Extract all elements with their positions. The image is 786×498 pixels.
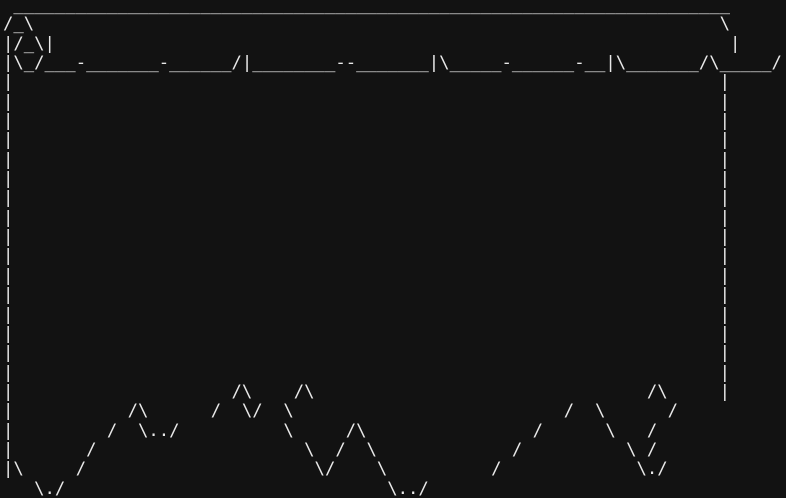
ascii-line: \./ \../ <box>3 478 429 498</box>
ascii-line: | | <box>3 265 730 286</box>
ascii-line: | | <box>3 285 730 306</box>
ascii-line: | | <box>3 207 730 228</box>
ascii-line: | | <box>3 323 730 344</box>
ascii-line: | | <box>3 130 730 151</box>
ascii-line: |/_\| | <box>3 33 741 54</box>
ascii-line: | | <box>3 246 730 267</box>
ascii-art-block: ________________________________________… <box>3 0 782 498</box>
ascii-line: | | <box>3 304 730 325</box>
ascii-line: | | <box>3 72 730 93</box>
ascii-line: | / \../ \ /\ / \ / <box>3 420 658 441</box>
ascii-line: | | <box>3 149 730 170</box>
ascii-line: | | <box>3 91 730 112</box>
ascii-line: | /\ /\ /\ | <box>3 381 730 402</box>
terminal-window: ________________________________________… <box>0 0 786 498</box>
ascii-line: |\_/___-_______-______/|________--______… <box>3 53 782 74</box>
ascii-line: |\ / \/ \ / \./ <box>3 459 668 480</box>
ascii-line: ________________________________________… <box>3 0 730 15</box>
ascii-line: | | <box>3 362 730 383</box>
ascii-line: /_\ \ <box>3 14 730 35</box>
ascii-line: | | <box>3 188 730 209</box>
ascii-line: | | <box>3 169 730 190</box>
ascii-line: | | <box>3 227 730 248</box>
ascii-line: | | <box>3 343 730 364</box>
ascii-line: | | <box>3 111 730 132</box>
ascii-line: | /\ / \/ \ / \ / <box>3 401 679 422</box>
ascii-line: | / \ / \ / \ / <box>3 439 658 460</box>
